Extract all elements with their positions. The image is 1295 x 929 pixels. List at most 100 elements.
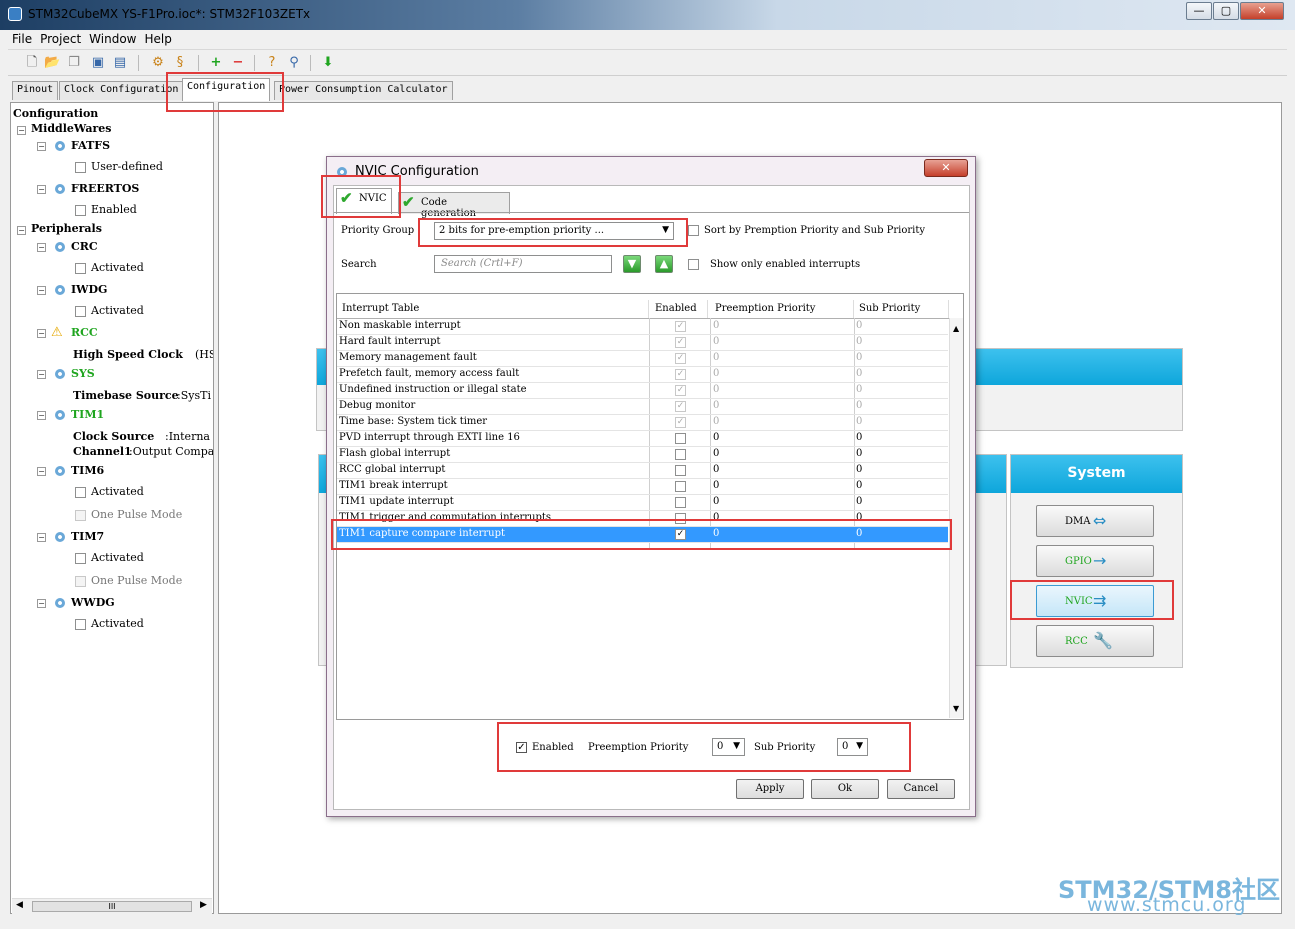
- wwdg-activated-checkbox[interactable]: [75, 619, 86, 630]
- tree-rcc[interactable]: RCC: [71, 326, 98, 339]
- collapse-icon[interactable]: −: [17, 126, 26, 135]
- scroll-thumb[interactable]: III: [32, 901, 192, 912]
- collapse-icon[interactable]: −: [37, 185, 46, 194]
- sub-priority-cell[interactable]: 0: [856, 320, 862, 331]
- table-row[interactable]: Undefined instruction or illegal state ✓ 0…: [337, 383, 948, 399]
- table-row[interactable]: Non maskable interrupt ✓ 0 0: [337, 319, 948, 335]
- dialog-close-button[interactable]: ✕: [924, 159, 968, 177]
- search-prev-arrow-icon[interactable]: ▲: [655, 255, 673, 273]
- menu-window[interactable]: Window: [85, 30, 140, 46]
- scroll-left-icon[interactable]: ◀: [16, 900, 23, 910]
- tree-tim6[interactable]: TIM6: [71, 464, 104, 477]
- sub-priority-cell[interactable]: 0: [856, 368, 862, 379]
- add-icon[interactable]: +: [208, 55, 224, 71]
- sub-priority-cell[interactable]: 0: [856, 448, 862, 459]
- preemption-priority-cell[interactable]: 0: [713, 480, 719, 491]
- close-button[interactable]: ✕: [1240, 2, 1284, 20]
- sub-priority-cell[interactable]: 0: [856, 384, 862, 395]
- preemption-priority-cell[interactable]: 0: [713, 352, 719, 363]
- preemption-priority-cell[interactable]: 0: [713, 464, 719, 475]
- search-input[interactable]: Search (Crtl+F): [434, 255, 612, 273]
- tree-tim1[interactable]: TIM1: [71, 408, 104, 421]
- tim6-activated-checkbox[interactable]: [75, 487, 86, 498]
- sub-priority-cell[interactable]: 0: [856, 464, 862, 475]
- cancel-button[interactable]: Cancel: [887, 779, 955, 799]
- scroll-up-icon[interactable]: ▲: [953, 324, 959, 333]
- preemption-priority-cell[interactable]: 0: [713, 448, 719, 459]
- tree-iwdg[interactable]: IWDG: [71, 283, 107, 296]
- collapse-icon[interactable]: −: [37, 243, 46, 252]
- generate-report-icon[interactable]: ⚙: [150, 55, 166, 71]
- tab-pinout[interactable]: Pinout: [12, 81, 59, 100]
- tree-freertos[interactable]: FREERTOS: [71, 182, 139, 195]
- preemption-priority-cell[interactable]: 0: [713, 320, 719, 331]
- enabled-checkbox[interactable]: [675, 449, 686, 460]
- col-preemption-priority[interactable]: Preemption Priority: [710, 300, 854, 318]
- table-row[interactable]: Hard fault interrupt ✓ 0 0: [337, 335, 948, 351]
- table-row[interactable]: Prefetch fault, memory access fault ✓ 0 0: [337, 367, 948, 383]
- save-icon[interactable]: ▣: [90, 55, 106, 71]
- collapse-icon[interactable]: −: [37, 467, 46, 476]
- table-row[interactable]: TIM1 break interrupt 0 0: [337, 479, 948, 495]
- sub-priority-cell[interactable]: 0: [856, 496, 862, 507]
- rcc-button[interactable]: RCC 🔧: [1036, 625, 1154, 657]
- collapse-icon[interactable]: −: [37, 370, 46, 379]
- table-vertical-scrollbar[interactable]: ▲ ▼: [949, 318, 963, 718]
- preemption-priority-cell[interactable]: 0: [713, 368, 719, 379]
- enabled-checkbox[interactable]: [675, 465, 686, 476]
- table-row[interactable]: Time base: System tick timer ✓ 0 0: [337, 415, 948, 431]
- tree-middlewares[interactable]: MiddleWares: [31, 122, 111, 135]
- gpio-button[interactable]: GPIO →: [1036, 545, 1154, 577]
- fatfs-user-defined-checkbox[interactable]: [75, 162, 86, 173]
- tree-horizontal-scrollbar[interactable]: ◀ III ▶: [12, 898, 212, 914]
- tree-sys[interactable]: SYS: [71, 367, 95, 380]
- enabled-checkbox[interactable]: [675, 497, 686, 508]
- open-folder-icon[interactable]: 📂: [44, 55, 60, 71]
- sub-priority-cell[interactable]: 0: [856, 416, 862, 427]
- preemption-priority-cell[interactable]: 0: [713, 432, 719, 443]
- minimize-button[interactable]: —: [1186, 2, 1212, 20]
- preemption-priority-cell[interactable]: 0: [713, 400, 719, 411]
- collapse-icon[interactable]: −: [37, 411, 46, 420]
- collapse-icon[interactable]: −: [37, 533, 46, 542]
- search-icon[interactable]: ⚲: [286, 55, 302, 71]
- tim7-activated-checkbox[interactable]: [75, 553, 86, 564]
- preemption-priority-cell[interactable]: 0: [713, 496, 719, 507]
- menu-project[interactable]: Project: [36, 30, 85, 46]
- tree-crc[interactable]: CRC: [71, 240, 98, 253]
- table-row[interactable]: RCC global interrupt 0 0: [337, 463, 948, 479]
- copy-icon[interactable]: ❐: [66, 55, 82, 71]
- iwdg-activated-checkbox[interactable]: [75, 306, 86, 317]
- show-enabled-checkbox[interactable]: [688, 259, 699, 270]
- enabled-checkbox[interactable]: [675, 433, 686, 444]
- tree-peripherals[interactable]: Peripherals: [31, 222, 102, 235]
- search-next-arrow-icon[interactable]: ▼: [623, 255, 641, 273]
- save-as-icon[interactable]: ▤: [112, 55, 128, 71]
- sub-priority-cell[interactable]: 0: [856, 400, 862, 411]
- dma-button[interactable]: DMA ⇔: [1036, 505, 1154, 537]
- tree-fatfs[interactable]: FATFS: [71, 139, 110, 152]
- table-row[interactable]: PVD interrupt through EXTI line 16 0 0: [337, 431, 948, 447]
- col-enabled[interactable]: Enabled: [650, 300, 708, 318]
- collapse-icon[interactable]: −: [37, 286, 46, 295]
- scroll-right-icon[interactable]: ▶: [200, 900, 207, 910]
- collapse-icon[interactable]: −: [37, 329, 46, 338]
- download-icon[interactable]: ⬇: [320, 55, 336, 71]
- freertos-enabled-checkbox[interactable]: [75, 205, 86, 216]
- col-sub-priority[interactable]: Sub Priority: [854, 300, 949, 318]
- preemption-priority-cell[interactable]: 0: [713, 336, 719, 347]
- maximize-button[interactable]: ▢: [1213, 2, 1239, 20]
- tab-code-generation[interactable]: ✔ Code generation: [398, 192, 510, 219]
- collapse-icon[interactable]: −: [17, 226, 26, 235]
- sort-priority-checkbox[interactable]: [688, 225, 699, 236]
- sub-priority-cell[interactable]: 0: [856, 352, 862, 363]
- collapse-icon[interactable]: −: [37, 599, 46, 608]
- table-row[interactable]: Memory management fault ✓ 0 0: [337, 351, 948, 367]
- table-row[interactable]: Flash global interrupt 0 0: [337, 447, 948, 463]
- generate-code-icon[interactable]: §: [172, 55, 188, 71]
- tab-clock-configuration[interactable]: Clock Configuration: [59, 81, 184, 100]
- enabled-checkbox[interactable]: [675, 481, 686, 492]
- preemption-priority-cell[interactable]: 0: [713, 384, 719, 395]
- tree-tim7[interactable]: TIM7: [71, 530, 104, 543]
- apply-button[interactable]: Apply: [736, 779, 804, 799]
